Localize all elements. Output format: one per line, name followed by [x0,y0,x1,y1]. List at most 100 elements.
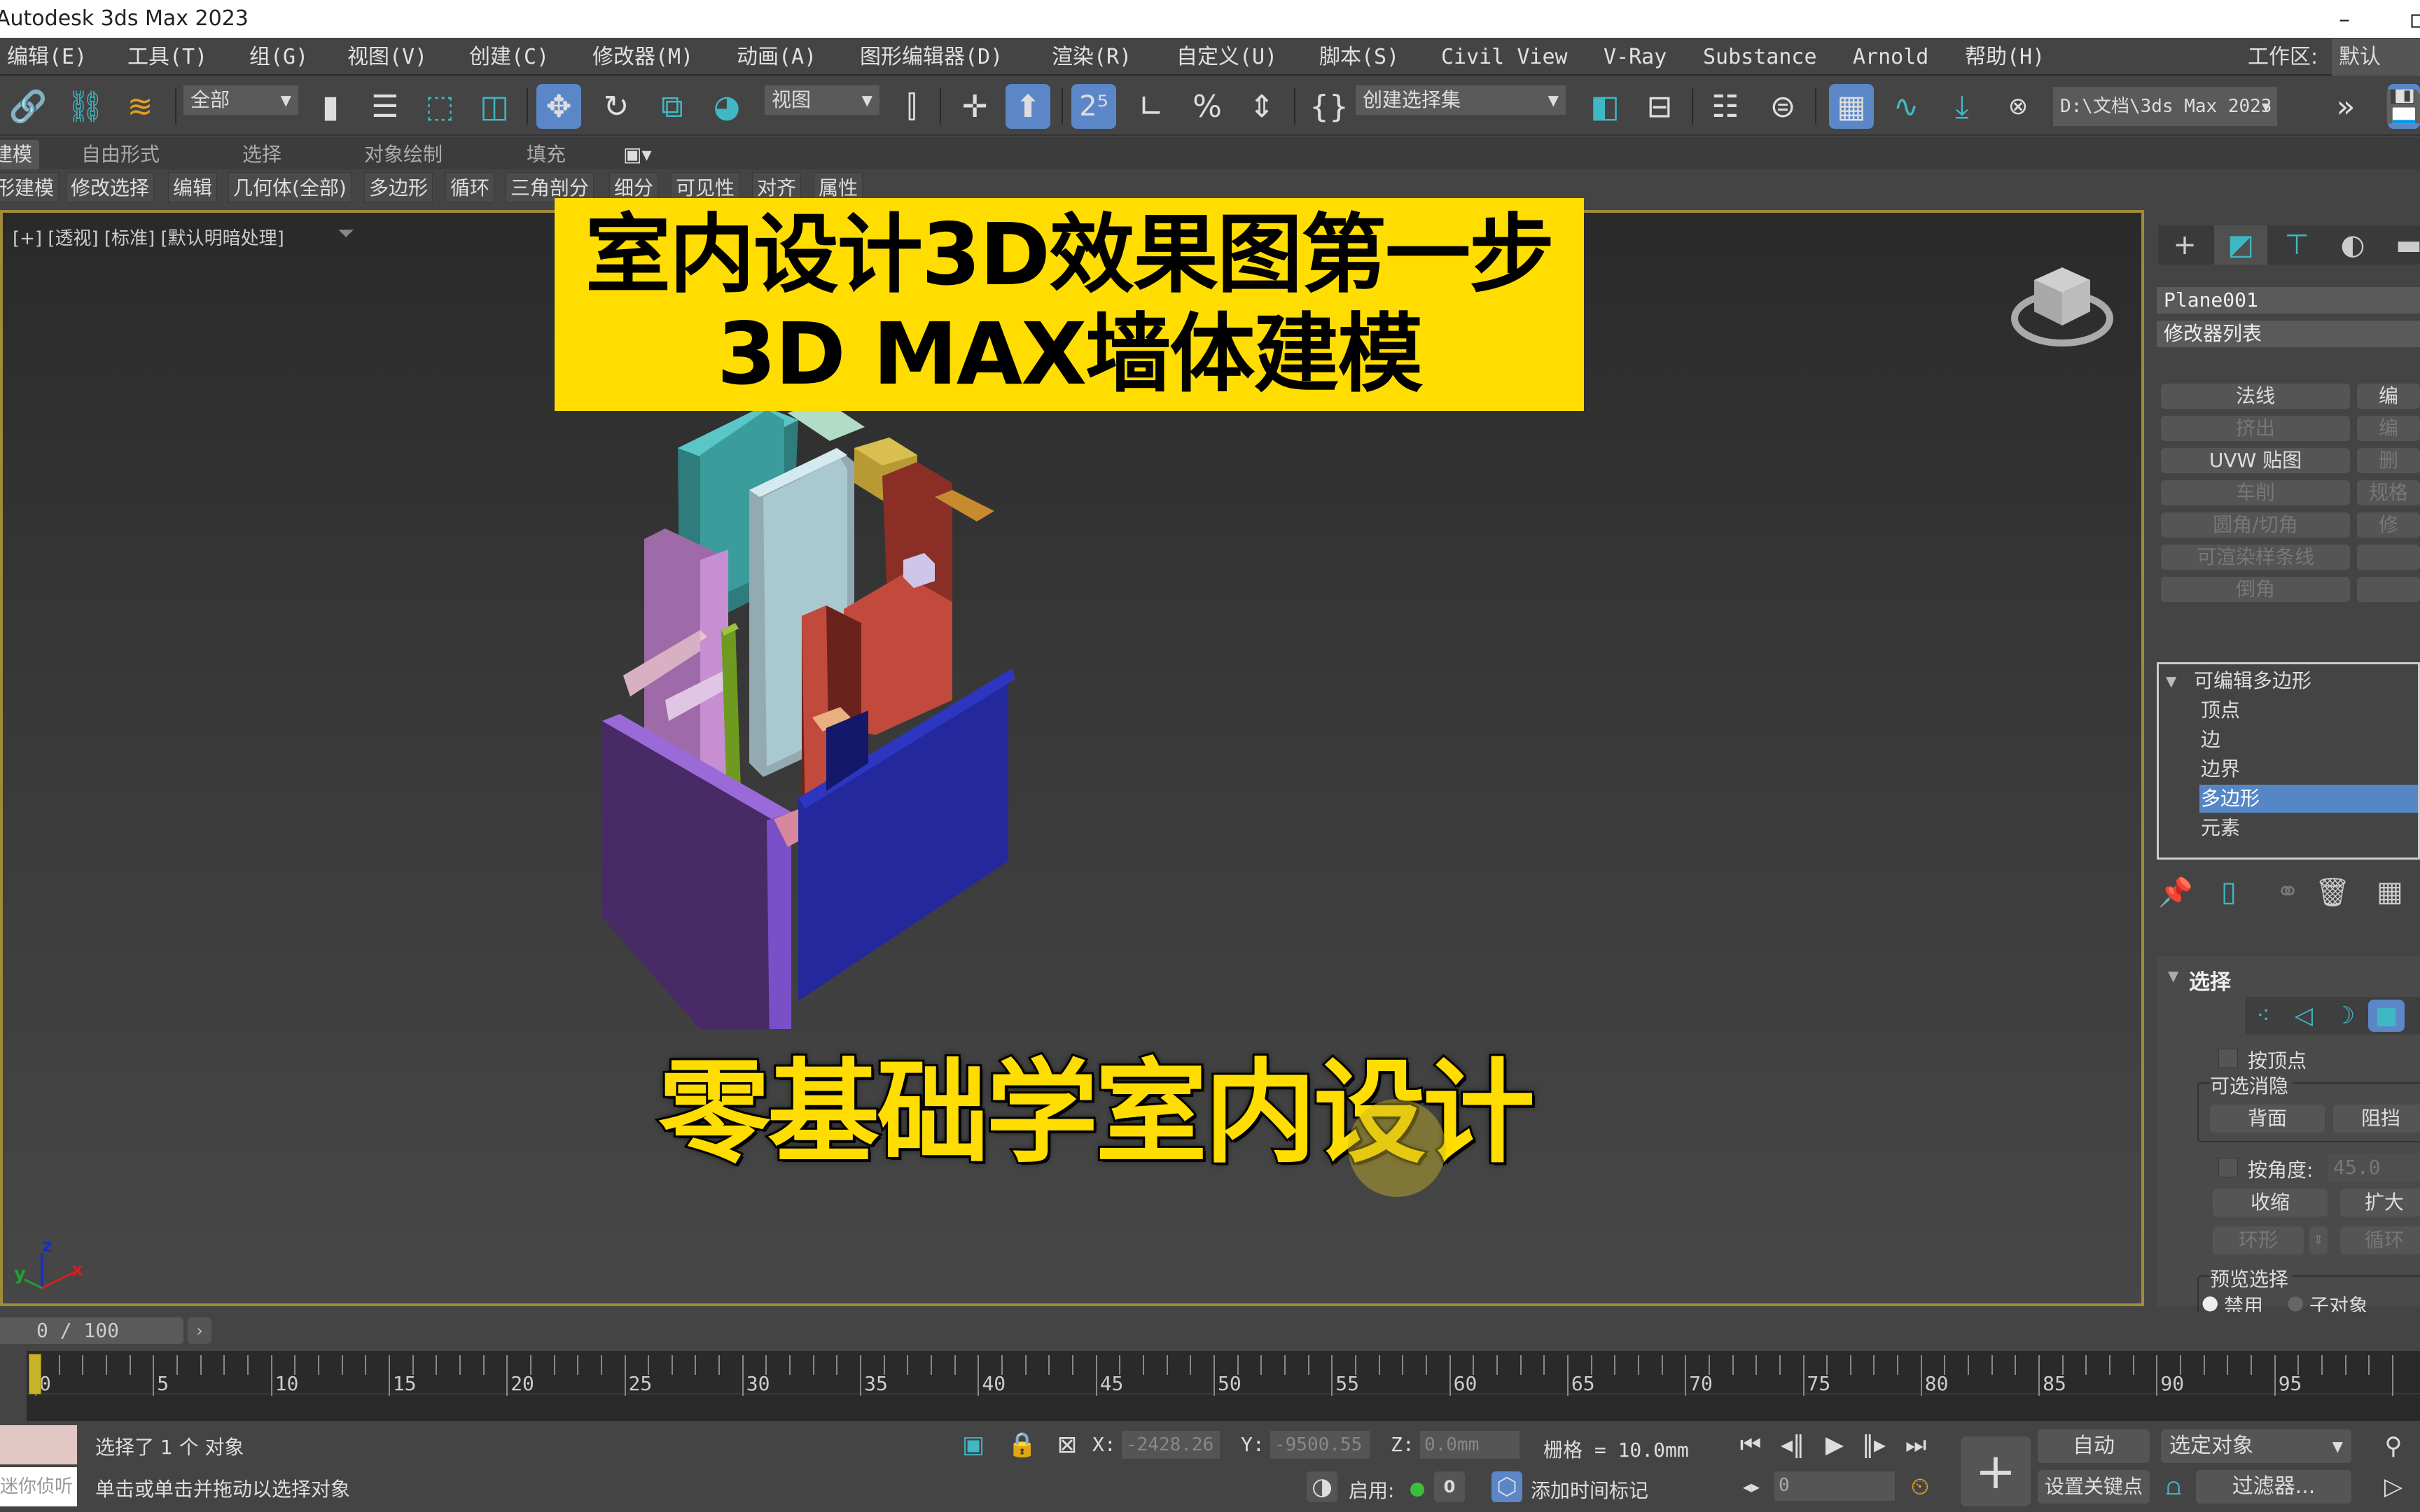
maximize-button[interactable]: ▫ [2409,0,2420,38]
next-frame-icon[interactable]: ‖▸ [1860,1429,1888,1460]
schematic-view-icon[interactable]: ⤓ [1940,84,1984,129]
next-frame-button[interactable]: › [188,1317,211,1344]
key-filter-dropdown[interactable]: 选定对象 ▼ [2161,1429,2351,1463]
by-angle-checkbox[interactable] [2218,1158,2238,1177]
polygon-level-icon[interactable]: ■ [2368,1000,2405,1032]
configure-sets-icon[interactable]: ▦ [2372,871,2407,913]
goto-end-icon[interactable]: ⏭ [1902,1429,1930,1460]
menu-scripting[interactable]: 脚本(S) [1319,39,1399,76]
ribbon-options-icon[interactable]: ▣▾ [623,140,652,169]
current-frame-marker[interactable] [29,1354,41,1394]
set-key-big-icon[interactable]: + [1961,1436,2031,1506]
menu-rendering[interactable]: 渲染(R) [1052,39,1132,76]
keyboard-shortcut-icon[interactable]: ⬆ [1006,84,1050,129]
preview-off-radio[interactable]: ● [2202,1291,2218,1314]
goto-start-icon[interactable]: ⏮ [1737,1429,1765,1460]
more-tools-button[interactable]: » [2323,84,2368,129]
default-in-out-tangent-icon[interactable]: ⩍ [2160,1470,2188,1504]
tab-modeling[interactable]: 建模 [0,140,40,169]
rotate-icon[interactable]: ↻ [594,84,639,129]
filter-icon[interactable]: ⏷ [338,221,354,246]
border-level-icon[interactable]: ☽ [2326,1000,2363,1032]
key-mode-icon[interactable]: ◂▸ [1741,1471,1762,1502]
menu-views[interactable]: 视图(V) [347,39,427,76]
menu-edit[interactable]: 编辑(E) [7,39,87,76]
project-path-dropdown[interactable]: D:\文档\3ds Max 2023 ▼ [2053,87,2277,126]
panel-modify-selection[interactable]: 修改选择 [66,172,155,203]
z-coord-field[interactable]: 0.0mm [1420,1431,1520,1459]
material-editor-icon[interactable]: ⊗ [1996,84,2040,129]
panel-polygons[interactable]: 多边形 [364,172,433,203]
wall-model[interactable] [595,399,1414,1029]
percent-snap-icon[interactable]: % [1185,84,1230,129]
ref-coord-dropdown[interactable]: 视图 ▼ [765,85,879,115]
remove-modifier-icon[interactable]: 🗑 [2315,871,2351,913]
field-of-view-icon[interactable]: ▷ [2378,1470,2409,1504]
key-filters-button[interactable]: 过滤器... [2196,1470,2351,1504]
occluded-button[interactable]: 阻挡 [2333,1105,2420,1133]
modifier-button-renderable-spline[interactable]: 可渲染样条线 [2161,545,2350,570]
bind-space-warp-icon[interactable]: ≋ [118,84,162,129]
mini-listener-output[interactable] [0,1425,77,1464]
track-bar[interactable]: 0 5 10 15 20 25 30 35 40 45 50 55 60 65 70 75 80 85 90 95 [27,1351,2420,1421]
menu-substance[interactable]: Substance [1703,39,1817,76]
current-frame-field[interactable]: 0 [1774,1471,1895,1501]
manipulate-icon[interactable]: ✛ [952,84,997,129]
align-icon[interactable]: ⊟ [1637,84,1682,129]
stack-item-border[interactable]: 边界 [2201,755,2240,783]
create-tab-icon[interactable]: + [2158,225,2211,265]
adaptive-degradation-icon[interactable]: ◑ [1307,1471,1337,1502]
stack-item-element[interactable]: 元素 [2201,814,2240,842]
ring-spinner[interactable]: ⇕ [2309,1226,2328,1254]
modifier-button-edit-spline[interactable]: 编 [2357,416,2420,441]
stack-collapse-icon[interactable]: ▼ [2166,667,2176,695]
rect-selection-icon[interactable]: ⬚ [417,84,462,129]
add-time-tag[interactable]: 添加时间标记 [1531,1476,1648,1504]
vertex-level-icon[interactable]: ⁖ [2245,1000,2281,1032]
lock-selection-icon[interactable]: 🔒 [1008,1431,1037,1459]
toggle-ribbon-icon[interactable]: ▦ [1829,84,1874,129]
workspace-dropdown[interactable]: 默认 [2332,39,2420,76]
set-key-button[interactable]: 设置关键点 [2038,1470,2150,1504]
make-unique-icon[interactable]: ⚭ [2270,871,2305,913]
menu-customize[interactable]: 自定义(U) [1176,39,1277,76]
modifier-button-extrude[interactable]: 挤出 [2161,416,2350,441]
shrink-button[interactable]: 收缩 [2213,1189,2328,1217]
pivot-icon[interactable]: ⫿ [889,84,934,129]
link-icon[interactable]: 🔗 [6,84,50,129]
stack-root-editable-poly[interactable]: 可编辑多边形 [2194,667,2311,695]
absolute-mode-icon[interactable]: ⊠ [1053,1431,1081,1459]
hierarchy-tab-icon[interactable]: ⊤ [2270,225,2323,265]
angle-snap-icon[interactable]: ∟ [1129,84,1174,129]
modifier-button-normalize[interactable]: 规格 [2357,480,2420,505]
menu-graph-editors[interactable]: 图形编辑器(D) [860,39,1003,76]
modifier-button-blank-1[interactable] [2357,545,2420,570]
display-tab-icon[interactable]: ▬ [2382,225,2420,265]
zoom-icon[interactable]: ⚲ [2378,1429,2409,1463]
place-icon[interactable]: ◕ [704,84,749,129]
time-config-icon[interactable]: ⏲ [1906,1471,1934,1502]
scene-explorer-icon[interactable]: ☷ [1703,84,1748,129]
modifier-list-dropdown[interactable]: 修改器列表 [2157,321,2420,347]
show-end-result-icon[interactable]: ▯ [2211,871,2246,913]
menu-animation[interactable]: 动画(A) [737,39,816,76]
backface-button[interactable]: 背面 [2210,1105,2325,1133]
layer-explorer-icon[interactable]: ⊜ [1760,84,1805,129]
snap-2-5-icon[interactable]: 2⁵ [1071,84,1116,129]
tab-freeform[interactable]: 自由形式 [81,140,160,169]
modifier-button-delete[interactable]: 删 [2357,448,2420,473]
curve-editor-icon[interactable]: ∿ [1884,84,1928,129]
viewcube[interactable] [2010,252,2115,357]
unlink-icon[interactable]: ⛓ [63,84,108,129]
selection-filter-dropdown[interactable]: 全部 ▼ [183,85,298,115]
edge-level-icon[interactable]: ◁ [2286,1000,2322,1032]
enable-count[interactable]: 0 [1434,1471,1465,1502]
by-vertex-checkbox[interactable] [2218,1049,2238,1068]
modifier-button-uvw-map[interactable]: UVW 贴图 [2161,448,2350,473]
select-by-name-icon[interactable]: ☰ [363,84,408,129]
move-icon[interactable]: ✥ [536,84,581,129]
stack-item-vertex[interactable]: 顶点 [2201,696,2240,724]
prev-frame-icon[interactable]: ◂‖ [1779,1429,1807,1460]
panel-edit[interactable]: 编辑 [168,172,218,203]
maxscript-mini-listener[interactable]: 迷你侦听 [0,1422,77,1512]
